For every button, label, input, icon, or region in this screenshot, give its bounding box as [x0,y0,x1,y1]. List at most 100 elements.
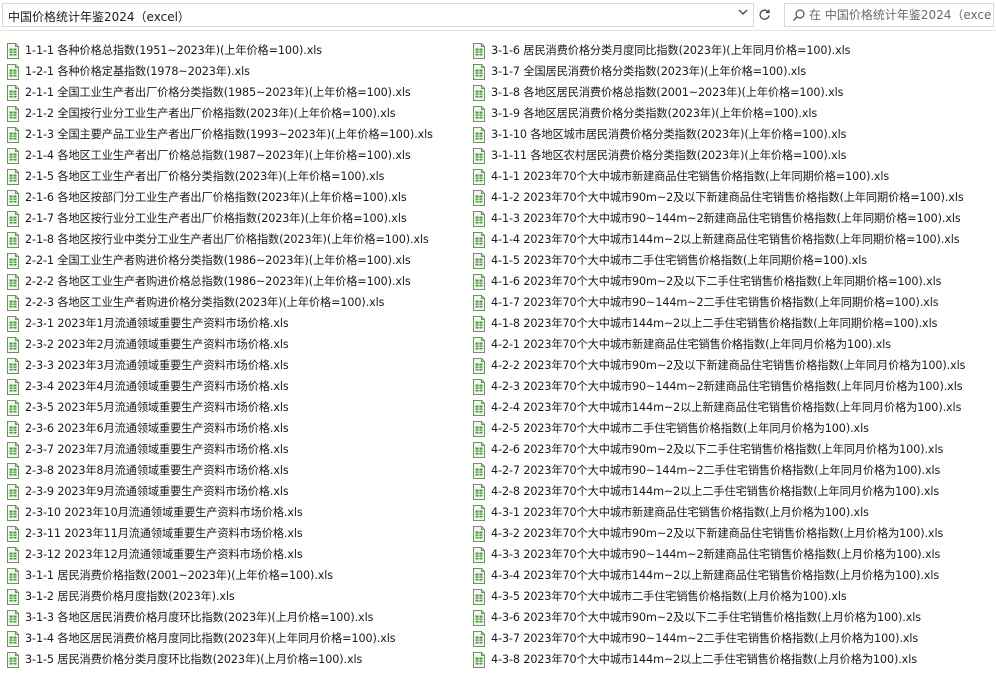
file-item[interactable]: 4-2-5 2023年70个大中城市二手住宅销售价格指数(上年同月价格为100)… [472,418,992,439]
file-item[interactable]: 4-3-4 2023年70个大中城市144m~2以上新建商品住宅销售价格指数(上… [472,565,992,586]
file-name: 3-1-4 各地区居民消费价格月度同比指数(2023年)(上年同月价格=100)… [25,631,396,645]
file-name: 2-3-1 2023年1月流通领域重要生产资料市场价格.xls [25,316,289,330]
address-path[interactable]: 中国价格统计年鉴2024（excel） [8,8,190,25]
excel-file-icon [472,294,486,311]
file-item[interactable]: 2-3-7 2023年7月流通领域重要生产资料市场价格.xls [6,439,472,460]
file-item[interactable]: 4-1-6 2023年70个大中城市90m~2及以下二手住宅销售价格指数(上年同… [472,271,992,292]
file-item[interactable]: 2-3-10 2023年10月流通领域重要生产资料市场价格.xls [6,502,472,523]
file-name: 1-2-1 各种价格定基指数(1978~2023年).xls [25,64,250,78]
file-item[interactable]: 1-2-1 各种价格定基指数(1978~2023年).xls [6,61,472,82]
file-item[interactable]: 2-2-1 全国工业生产者购进价格分类指数(1986~2023年)(上年价格=1… [6,250,472,271]
excel-file-icon [472,420,486,437]
file-item[interactable]: 4-3-1 2023年70个大中城市新建商品住宅销售价格指数(上月价格为100)… [472,502,992,523]
address-bar[interactable]: 中国价格统计年鉴2024（excel） [2,3,754,27]
file-item[interactable]: 3-1-4 各地区居民消费价格月度同比指数(2023年)(上年同月价格=100)… [6,628,472,649]
file-item[interactable]: 2-3-5 2023年5月流通领域重要生产资料市场价格.xls [6,397,472,418]
file-name: 4-1-7 2023年70个大中城市90~144m~2二手住宅销售价格指数(上年… [491,295,939,309]
file-item[interactable]: 2-1-2 全国按行业分工业生产者出厂价格指数(2023年)(上年价格=100)… [6,103,472,124]
file-item[interactable]: 4-3-8 2023年70个大中城市144m~2以上二手住宅销售价格指数(上月价… [472,649,992,670]
file-item[interactable]: 2-3-2 2023年2月流通领域重要生产资料市场价格.xls [6,334,472,355]
file-item[interactable]: 4-3-3 2023年70个大中城市90~144m~2新建商品住宅销售价格指数(… [472,544,992,565]
file-item[interactable]: 3-1-11 各地区农村居民消费价格分类指数(2023年)(上年价格=100).… [472,145,992,166]
file-item[interactable]: 4-3-7 2023年70个大中城市90~144m~2二手住宅销售价格指数(上月… [472,628,992,649]
file-name: 4-1-1 2023年70个大中城市新建商品住宅销售价格指数(上年同期价格=10… [491,169,890,183]
address-toolbar: 中国价格统计年鉴2024（excel） [0,0,996,31]
search-input[interactable] [809,4,991,26]
excel-file-icon [472,168,486,185]
excel-file-icon [472,609,486,626]
file-item[interactable]: 4-2-7 2023年70个大中城市90~144m~2二手住宅销售价格指数(上年… [472,460,992,481]
file-name: 3-1-2 居民消费价格月度指数(2023年).xls [25,589,235,603]
excel-file-icon [6,63,20,80]
excel-file-icon [6,126,20,143]
file-name: 2-3-9 2023年9月流通领域重要生产资料市场价格.xls [25,484,289,498]
file-item[interactable]: 4-1-7 2023年70个大中城市90~144m~2二手住宅销售价格指数(上年… [472,292,992,313]
file-item[interactable]: 4-1-8 2023年70个大中城市144m~2以上二手住宅销售价格指数(上年同… [472,313,992,334]
excel-file-icon [472,357,486,374]
file-name: 4-2-3 2023年70个大中城市90~144m~2新建商品住宅销售价格指数(… [491,379,963,393]
file-item[interactable]: 2-1-6 各地区按部门分工业生产者出厂价格指数(2023年)(上年价格=100… [6,187,472,208]
file-item[interactable]: 4-3-5 2023年70个大中城市二手住宅销售价格指数(上月价格为100).x… [472,586,992,607]
file-item[interactable]: 4-1-1 2023年70个大中城市新建商品住宅销售价格指数(上年同期价格=10… [472,166,992,187]
file-item[interactable]: 2-2-3 各地区工业生产者购进价格分类指数(2023年)(上年价格=100).… [6,292,472,313]
excel-file-icon [6,42,20,59]
file-item[interactable]: 2-3-8 2023年8月流通领域重要生产资料市场价格.xls [6,460,472,481]
file-item[interactable]: 2-3-9 2023年9月流通领域重要生产资料市场价格.xls [6,481,472,502]
file-item[interactable]: 2-3-6 2023年6月流通领域重要生产资料市场价格.xls [6,418,472,439]
file-name: 4-1-5 2023年70个大中城市二手住宅销售价格指数(上年同期价格=100)… [491,253,867,267]
file-name: 2-1-2 全国按行业分工业生产者出厂价格指数(2023年)(上年价格=100)… [25,106,396,120]
file-item[interactable]: 2-3-11 2023年11月流通领域重要生产资料市场价格.xls [6,523,472,544]
excel-file-icon [6,504,20,521]
file-item[interactable]: 4-2-3 2023年70个大中城市90~144m~2新建商品住宅销售价格指数(… [472,376,992,397]
file-name: 4-1-6 2023年70个大中城市90m~2及以下二手住宅销售价格指数(上年同… [491,274,942,288]
file-name: 4-1-4 2023年70个大中城市144m~2以上新建商品住宅销售价格指数(上… [491,232,960,246]
file-item[interactable]: 3-1-8 各地区居民消费价格总指数(2001~2023年)(上年价格=100)… [472,82,992,103]
file-item[interactable]: 4-2-4 2023年70个大中城市144m~2以上新建商品住宅销售价格指数(上… [472,397,992,418]
file-item[interactable]: 3-1-10 各地区城市居民消费价格分类指数(2023年)(上年价格=100).… [472,124,992,145]
chevron-down-icon[interactable] [734,3,752,21]
file-item[interactable]: 2-1-7 各地区按行业分工业生产者出厂价格指数(2023年)(上年价格=100… [6,208,472,229]
refresh-icon[interactable] [756,4,772,24]
file-item[interactable]: 2-1-5 各地区工业生产者出厂价格分类指数(2023年)(上年价格=100).… [6,166,472,187]
file-item[interactable]: 3-1-3 各地区居民消费价格月度环比指数(2023年)(上月价格=100).x… [6,607,472,628]
file-item[interactable]: 2-1-3 全国主要产品工业生产者出厂价格指数(1993~2023年)(上年价格… [6,124,472,145]
file-item[interactable]: 4-2-8 2023年70个大中城市144m~2以上二手住宅销售价格指数(上年同… [472,481,992,502]
file-name: 4-2-2 2023年70个大中城市90m~2及以下新建商品住宅销售价格指数(上… [491,358,966,372]
file-item[interactable]: 4-2-6 2023年70个大中城市90m~2及以下二手住宅销售价格指数(上年同… [472,439,992,460]
file-item[interactable]: 4-2-2 2023年70个大中城市90m~2及以下新建商品住宅销售价格指数(上… [472,355,992,376]
file-item[interactable]: 4-1-3 2023年70个大中城市90~144m~2新建商品住宅销售价格指数(… [472,208,992,229]
file-item[interactable]: 2-3-4 2023年4月流通领域重要生产资料市场价格.xls [6,376,472,397]
excel-file-icon [6,483,20,500]
excel-file-icon [472,84,486,101]
file-item[interactable]: 2-1-1 全国工业生产者出厂价格分类指数(1985~2023年)(上年价格=1… [6,82,472,103]
file-name: 2-1-8 各地区按行业中类分工业生产者出厂价格指数(2023年)(上年价格=1… [25,232,429,246]
file-item[interactable]: 4-1-4 2023年70个大中城市144m~2以上新建商品住宅销售价格指数(上… [472,229,992,250]
file-item[interactable]: 3-1-9 各地区居民消费价格分类指数(2023年)(上年价格=100).xls [472,103,992,124]
file-item[interactable]: 4-2-1 2023年70个大中城市新建商品住宅销售价格指数(上年同月价格为10… [472,334,992,355]
file-item[interactable]: 1-1-1 各种价格总指数(1951~2023年)(上年价格=100).xls [6,40,472,61]
file-item[interactable]: 3-1-2 居民消费价格月度指数(2023年).xls [6,586,472,607]
file-item[interactable]: 3-1-1 居民消费价格指数(2001~2023年)(上年价格=100).xls [6,565,472,586]
file-name: 2-3-7 2023年7月流通领域重要生产资料市场价格.xls [25,442,289,456]
file-name: 4-2-4 2023年70个大中城市144m~2以上新建商品住宅销售价格指数(上… [491,400,962,414]
file-item[interactable]: 2-3-12 2023年12月流通领域重要生产资料市场价格.xls [6,544,472,565]
file-item[interactable]: 3-1-5 居民消费价格分类月度环比指数(2023年)(上月价格=100).xl… [6,649,472,670]
file-item[interactable]: 2-1-4 各地区工业生产者出厂价格总指数(1987~2023年)(上年价格=1… [6,145,472,166]
file-item[interactable]: 4-3-6 2023年70个大中城市90m~2及以下二手住宅销售价格指数(上月价… [472,607,992,628]
file-item[interactable]: 2-1-8 各地区按行业中类分工业生产者出厂价格指数(2023年)(上年价格=1… [6,229,472,250]
file-item[interactable]: 4-1-5 2023年70个大中城市二手住宅销售价格指数(上年同期价格=100)… [472,250,992,271]
file-name: 2-3-6 2023年6月流通领域重要生产资料市场价格.xls [25,421,289,435]
file-item[interactable]: 3-1-6 居民消费价格分类月度同比指数(2023年)(上年同月价格=100).… [472,40,992,61]
file-item[interactable]: 3-1-7 全国居民消费价格分类指数(2023年)(上年价格=100).xls [472,61,992,82]
excel-file-icon [472,63,486,80]
file-item[interactable]: 4-3-2 2023年70个大中城市90m~2及以下新建商品住宅销售价格指数(上… [472,523,992,544]
file-item[interactable]: 2-3-1 2023年1月流通领域重要生产资料市场价格.xls [6,313,472,334]
file-name: 2-1-3 全国主要产品工业生产者出厂价格指数(1993~2023年)(上年价格… [25,127,433,141]
excel-file-icon [6,525,20,542]
file-item[interactable]: 2-2-2 各地区工业生产者购进价格总指数(1986~2023年)(上年价格=1… [6,271,472,292]
file-item[interactable]: 2-3-3 2023年3月流通领域重要生产资料市场价格.xls [6,355,472,376]
file-name: 4-3-2 2023年70个大中城市90m~2及以下新建商品住宅销售价格指数(上… [491,526,944,540]
excel-file-icon [6,441,20,458]
file-item[interactable]: 4-1-2 2023年70个大中城市90m~2及以下新建商品住宅销售价格指数(上… [472,187,992,208]
search-box[interactable] [784,3,994,27]
